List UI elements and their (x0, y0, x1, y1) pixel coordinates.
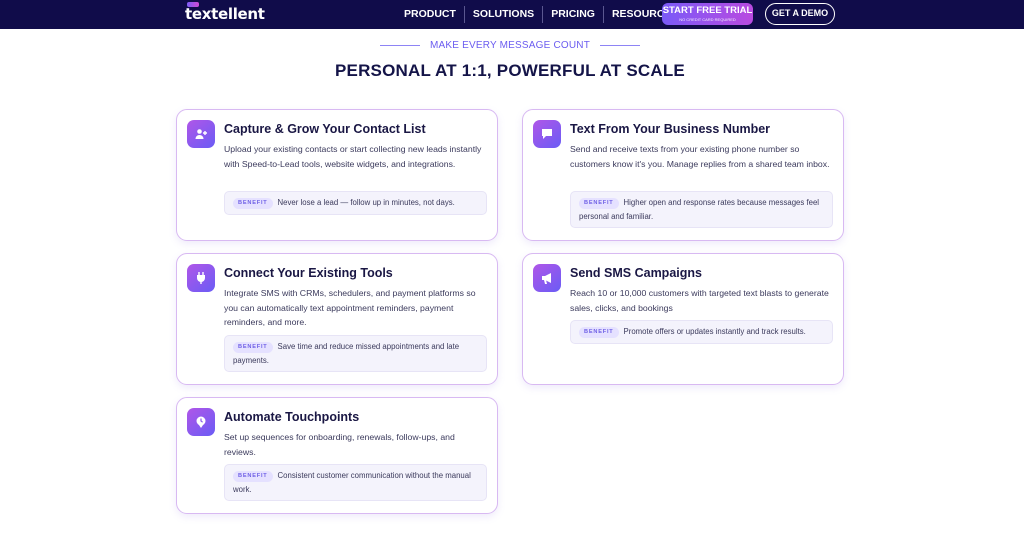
benefit-text: Never lose a lead — follow up in minutes… (277, 198, 455, 207)
benefit-box: BENEFIT Never lose a lead — follow up in … (224, 191, 487, 215)
add-contact-icon (187, 120, 215, 148)
benefit-text: Promote offers or updates instantly and … (623, 327, 806, 336)
eyebrow-text: MAKE EVERY MESSAGE COUNT (429, 40, 591, 51)
top-navbar: textellent PRODUCT SOLUTIONS PRICING RES… (0, 0, 1024, 29)
card-description: Set up sequences for onboarding, renewal… (224, 432, 455, 457)
benefit-box: BENEFIT Save time and reduce missed appoi… (224, 335, 487, 372)
card-description: Integrate SMS with CRMs, schedulers, and… (224, 288, 476, 328)
plug-icon (187, 264, 215, 292)
card-title: Connect Your Existing Tools (224, 266, 393, 280)
nav-link-pricing[interactable]: PRICING (543, 6, 604, 23)
nav-link-product[interactable]: PRODUCT (396, 6, 465, 23)
benefit-box: BENEFIT Consistent customer communication… (224, 464, 487, 501)
feature-card-sms-campaigns: Send SMS Campaigns Reach 10 or 10,000 cu… (522, 253, 844, 385)
benefit-badge: BENEFIT (233, 198, 273, 209)
feature-card-automate: Automate Touchpoints Set up sequences fo… (176, 397, 498, 514)
megaphone-icon (533, 264, 561, 292)
chat-bubble-icon (533, 120, 561, 148)
card-title: Send SMS Campaigns (570, 266, 702, 280)
card-title: Text From Your Business Number (570, 122, 771, 136)
benefit-box: BENEFIT Higher open and response rates be… (570, 191, 833, 228)
get-a-demo-button[interactable]: GET A DEMO (765, 3, 835, 25)
textellent-logo[interactable]: textellent (185, 2, 265, 23)
feature-card-capture: Capture & Grow Your Contact List Upload … (176, 109, 498, 241)
feature-card-connect-tools: Connect Your Existing Tools Integrate SM… (176, 253, 498, 385)
section-eyebrow: MAKE EVERY MESSAGE COUNT (0, 40, 1020, 51)
benefit-badge: BENEFIT (233, 342, 273, 353)
trial-sublabel: NO CREDIT CARD REQUIRED (679, 17, 736, 22)
card-description: Send and receive texts from your existin… (570, 144, 830, 169)
logo-mark-icon (187, 2, 199, 7)
feature-card-business-number: Text From Your Business Number Send and … (522, 109, 844, 241)
start-free-trial-button[interactable]: START FREE TRIAL NO CREDIT CARD REQUIRED (662, 3, 753, 25)
eyebrow-right-rule (600, 44, 641, 46)
section-headline: PERSONAL AT 1:1, POWERFUL AT SCALE (335, 61, 685, 80)
card-description: Upload your existing contacts or start c… (224, 144, 482, 169)
benefit-badge: BENEFIT (579, 327, 619, 338)
card-title: Capture & Grow Your Contact List (224, 122, 426, 136)
card-title: Automate Touchpoints (224, 410, 360, 424)
trial-label: START FREE TRIAL (662, 5, 753, 16)
logo-text: textellent (185, 5, 265, 23)
benefit-box: BENEFIT Promote offers or updates instant… (570, 320, 833, 344)
nav-links: PRODUCT SOLUTIONS PRICING RESOURCES (396, 0, 686, 29)
clock-pin-icon (187, 408, 215, 436)
eyebrow-left-rule (379, 44, 420, 46)
benefit-badge: BENEFIT (579, 198, 619, 209)
nav-link-solutions[interactable]: SOLUTIONS (465, 6, 544, 23)
benefit-badge: BENEFIT (233, 471, 273, 482)
card-description: Reach 10 or 10,000 customers with target… (570, 288, 829, 313)
